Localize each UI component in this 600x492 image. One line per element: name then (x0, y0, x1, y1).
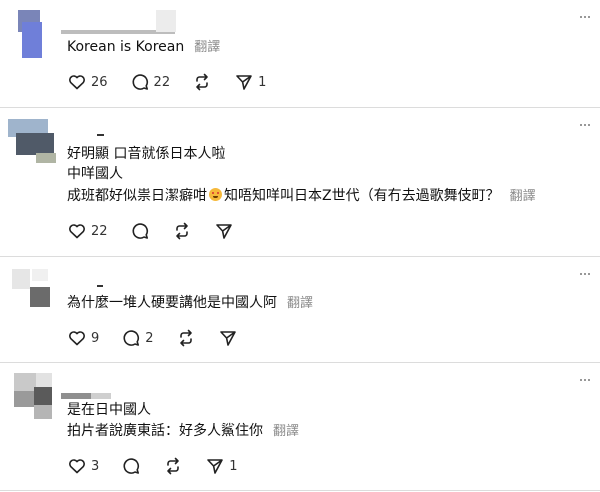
username-redacted[interactable] (97, 285, 103, 287)
reply-count: 22 (153, 74, 171, 90)
share-button[interactable]: 1 (234, 72, 266, 92)
send-icon (219, 331, 236, 346)
like-count: 22 (91, 223, 108, 239)
action-bar: 3 1 (67, 456, 260, 476)
share-count: 1 (258, 74, 267, 90)
repost-icon (179, 329, 192, 347)
comment-icon (132, 74, 148, 90)
share-button[interactable] (218, 328, 238, 348)
comment-text: 為什麼一堆人硬要講他是中國人阿 翻譯 (67, 295, 314, 311)
action-bar: 9 2 (67, 328, 260, 348)
more-options-icon[interactable] (580, 124, 590, 127)
username-redacted-fragment (156, 10, 176, 32)
avatar-fragment (22, 22, 42, 58)
comment-icon (123, 458, 140, 474)
heart-icon (69, 75, 85, 90)
repost-button[interactable] (192, 72, 212, 92)
avatar-fragment (30, 287, 50, 307)
share-button[interactable] (214, 221, 234, 241)
avatar-fragment (32, 269, 48, 281)
avatar-fragment (36, 373, 52, 387)
reply-button[interactable] (121, 456, 141, 476)
comment-text: 是在日中國人 (67, 402, 151, 418)
more-options-icon[interactable] (580, 379, 590, 382)
comment-text: 成班都好似祟日潔癖咁 知唔知咩叫日本Z世代（有冇去過歌舞伎町？ 翻譯 (67, 188, 536, 204)
translate-link[interactable]: 翻譯 (194, 40, 220, 55)
comment-text: 中咩國人 (67, 166, 123, 182)
like-button[interactable]: 3 (67, 456, 99, 476)
more-options-icon[interactable] (580, 16, 590, 19)
repost-icon (175, 222, 188, 240)
more-options-icon[interactable] (580, 273, 590, 276)
send-icon (236, 75, 252, 90)
like-button[interactable]: 26 (67, 72, 108, 92)
translate-link[interactable]: 翻譯 (273, 424, 299, 439)
like-count: 9 (91, 330, 100, 346)
comment-icon (132, 223, 148, 239)
like-button[interactable]: 22 (67, 221, 108, 241)
avatar-fragment (36, 153, 56, 163)
repost-icon (196, 73, 208, 91)
share-count: 1 (229, 458, 238, 474)
comment-4: 是在日中國人 拍片者說廣東話：好多人鯊住你 翻譯 3 1 (0, 363, 600, 492)
repost-button[interactable] (172, 221, 192, 241)
heart-icon (69, 224, 85, 239)
action-bar: 26 22 1 (67, 72, 288, 92)
avatar-fragment (34, 405, 52, 419)
reply-button[interactable] (130, 221, 150, 241)
avatar-fragment (34, 387, 52, 405)
repost-button[interactable] (163, 456, 183, 476)
action-bar: 22 (67, 221, 256, 241)
divider (0, 490, 600, 491)
repost-icon (167, 457, 180, 475)
heart-icon (69, 459, 85, 474)
send-icon (215, 224, 232, 239)
reply-count: 2 (145, 330, 154, 346)
translate-link[interactable]: 翻譯 (287, 296, 313, 311)
like-button[interactable]: 9 (67, 328, 99, 348)
share-button[interactable]: 1 (205, 456, 238, 476)
avatar-fragment (16, 133, 54, 155)
comment-text: Korean is Korean 翻譯 (67, 39, 221, 55)
translate-link[interactable]: 翻譯 (510, 189, 536, 204)
like-count: 26 (91, 74, 108, 90)
reply-button[interactable]: 2 (121, 328, 154, 348)
reply-button[interactable]: 22 (130, 72, 171, 92)
comment-text: 好明顯 口音就係日本人啦 (67, 146, 226, 162)
comment-3: 為什麼一堆人硬要講他是中國人阿 翻譯 9 2 (0, 257, 600, 362)
heart-icon (69, 331, 85, 346)
comment-1: Korean is Korean 翻譯 26 22 1 (0, 0, 600, 108)
send-icon (207, 459, 224, 474)
emoji-icon (209, 188, 222, 201)
comment-text: 拍片者說廣東話：好多人鯊住你 翻譯 (67, 423, 300, 439)
comment-2: 好明顯 口音就係日本人啦 中咩國人 成班都好似祟日潔癖咁 知唔知咩叫日本Z世代（有… (0, 108, 600, 256)
avatar-fragment (14, 391, 34, 407)
repost-button[interactable] (176, 328, 196, 348)
avatar[interactable] (14, 373, 36, 393)
avatar[interactable] (12, 269, 30, 289)
username-redacted[interactable] (97, 134, 104, 136)
comment-icon (123, 330, 140, 346)
like-count: 3 (91, 458, 100, 474)
